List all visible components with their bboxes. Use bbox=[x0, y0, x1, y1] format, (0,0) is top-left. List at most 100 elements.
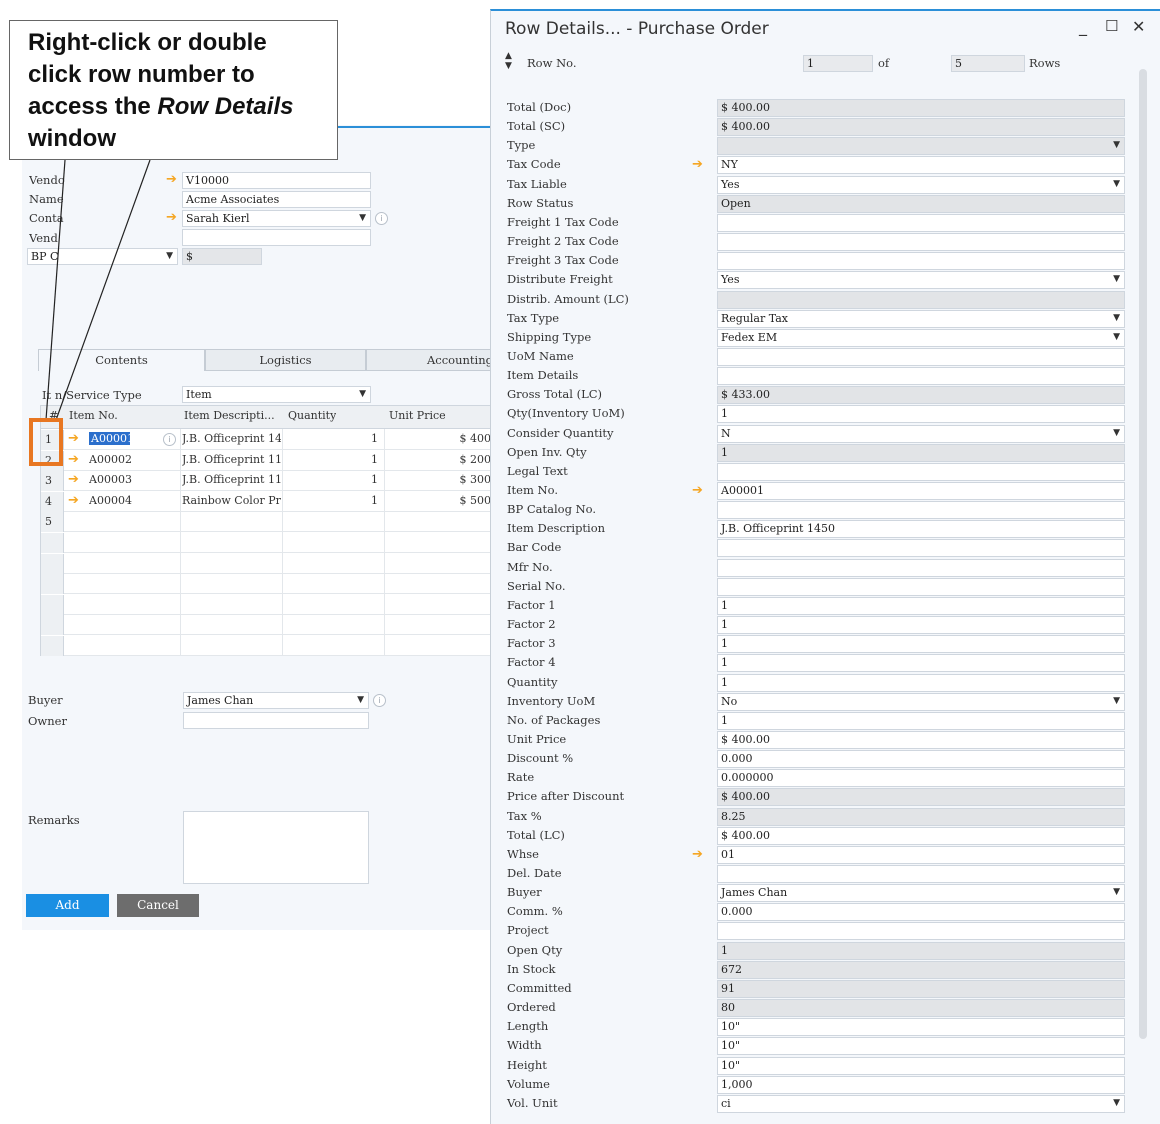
detail-field[interactable]: 1 bbox=[717, 654, 1125, 673]
detail-field[interactable]: 0.000000 bbox=[717, 769, 1125, 788]
table-row[interactable]: 2 ➔ A00002 J.B. Officeprint 11 1 $ 200 bbox=[41, 450, 495, 471]
info-icon[interactable]: i bbox=[163, 433, 176, 446]
link-arrow-icon[interactable]: ➔ bbox=[692, 157, 703, 172]
detail-select[interactable]: Yes ▼ bbox=[717, 271, 1125, 290]
grid-header-quantity[interactable]: Quantity bbox=[288, 409, 336, 422]
link-arrow-icon[interactable]: ➔ bbox=[692, 847, 703, 862]
detail-select[interactable]: Fedex EM ▼ bbox=[717, 328, 1125, 347]
detail-select[interactable]: James Chan ▼ bbox=[717, 884, 1125, 903]
quantity-cell[interactable]: 1 bbox=[284, 453, 378, 466]
grid-header-item-no[interactable]: Item No. bbox=[69, 409, 118, 422]
table-row[interactable] bbox=[41, 594, 495, 615]
detail-field[interactable] bbox=[717, 290, 1125, 309]
detail-field[interactable]: 1 bbox=[717, 635, 1125, 654]
cancel-button[interactable]: Cancel bbox=[117, 894, 199, 917]
link-arrow-icon[interactable]: ➔ bbox=[166, 173, 177, 187]
remarks-textarea[interactable] bbox=[183, 811, 369, 884]
detail-field[interactable] bbox=[717, 577, 1125, 596]
row-number-cell[interactable] bbox=[41, 636, 64, 656]
detail-field[interactable]: 1,000 bbox=[717, 1075, 1125, 1094]
detail-field[interactable]: $ 400.00 bbox=[717, 99, 1125, 117]
row-number-cell[interactable]: 5 bbox=[41, 512, 64, 533]
maximize-icon[interactable]: ☐ bbox=[1105, 17, 1118, 35]
buyer-select[interactable]: James Chan ▼ bbox=[183, 692, 369, 709]
table-row[interactable] bbox=[41, 553, 495, 574]
detail-field[interactable]: 1 bbox=[717, 711, 1125, 730]
table-row[interactable] bbox=[41, 533, 495, 553]
detail-select[interactable]: N ▼ bbox=[717, 424, 1125, 443]
tab-accounting[interactable]: Accounting bbox=[366, 349, 494, 371]
detail-field[interactable] bbox=[717, 539, 1125, 558]
table-row[interactable] bbox=[41, 574, 495, 595]
row-no-field[interactable]: 1 bbox=[803, 55, 873, 72]
unit-price-cell[interactable]: $ 300 bbox=[386, 473, 492, 486]
table-row[interactable]: 5 bbox=[41, 512, 495, 533]
description-cell[interactable]: J.B. Officeprint 11 bbox=[182, 453, 281, 466]
grid-header-unit-price[interactable]: Unit Price bbox=[389, 409, 446, 422]
detail-field[interactable] bbox=[717, 367, 1125, 386]
row-stepper-icon[interactable]: ▲ ▼ bbox=[505, 51, 512, 71]
row-number-cell[interactable] bbox=[41, 574, 64, 595]
detail-field[interactable] bbox=[717, 462, 1125, 481]
quantity-cell[interactable]: 1 bbox=[284, 494, 378, 507]
detail-field[interactable]: 1 bbox=[717, 596, 1125, 615]
detail-field[interactable]: $ 433.00 bbox=[717, 386, 1125, 405]
link-arrow-icon[interactable]: ➔ bbox=[68, 432, 79, 446]
detail-field[interactable]: $ 400.00 bbox=[717, 826, 1125, 845]
unit-price-cell[interactable]: $ 200 bbox=[386, 453, 492, 466]
item-no-cell[interactable]: A00003 bbox=[89, 473, 177, 486]
detail-field[interactable]: 1 bbox=[717, 941, 1125, 960]
bp-currency-select[interactable]: BP C ▼ bbox=[27, 248, 178, 265]
table-row[interactable] bbox=[41, 615, 495, 636]
link-arrow-icon[interactable]: ➔ bbox=[68, 452, 79, 467]
unit-price-cell[interactable]: $ 500 bbox=[386, 494, 492, 507]
name-field[interactable]: Acme Associates bbox=[182, 191, 371, 208]
row-number-cell[interactable] bbox=[41, 553, 64, 574]
detail-field[interactable]: NY bbox=[717, 156, 1125, 175]
description-cell[interactable]: J.B. Officeprint 11 bbox=[182, 473, 281, 486]
tab-contents[interactable]: Contents bbox=[38, 349, 205, 371]
description-cell[interactable]: J.B. Officeprint 14 bbox=[182, 432, 281, 445]
detail-field[interactable]: $ 400.00 bbox=[717, 118, 1125, 137]
info-icon[interactable]: i bbox=[375, 212, 388, 225]
grid-header-description[interactable]: Item Descripti... bbox=[184, 409, 280, 422]
close-icon[interactable]: ✕ bbox=[1132, 17, 1145, 36]
detail-field[interactable]: 0.000 bbox=[717, 750, 1125, 769]
detail-select[interactable]: ci ▼ bbox=[717, 1094, 1125, 1113]
detail-field[interactable] bbox=[717, 922, 1125, 941]
owner-field[interactable] bbox=[183, 712, 369, 729]
item-no-cell[interactable]: A00004 bbox=[89, 494, 177, 507]
detail-field[interactable]: $ 400.00 bbox=[717, 788, 1125, 807]
detail-field[interactable]: 1 bbox=[717, 405, 1125, 424]
detail-field[interactable]: 10" bbox=[717, 1037, 1125, 1056]
table-row[interactable]: 3 ➔ A00003 J.B. Officeprint 11 1 $ 300 bbox=[41, 471, 495, 492]
vendor-ref-field[interactable] bbox=[182, 229, 371, 246]
detail-field[interactable]: Open bbox=[717, 194, 1125, 213]
detail-field[interactable] bbox=[717, 213, 1125, 232]
quantity-cell[interactable]: 1 bbox=[284, 432, 378, 445]
detail-field[interactable]: 1 bbox=[717, 443, 1125, 462]
detail-field[interactable]: 01 bbox=[717, 845, 1125, 864]
row-number-cell[interactable]: 4 bbox=[41, 491, 64, 512]
detail-select[interactable]: ▼ bbox=[717, 137, 1125, 156]
detail-select[interactable]: No ▼ bbox=[717, 692, 1125, 711]
detail-field[interactable] bbox=[717, 558, 1125, 577]
tab-logistics[interactable]: Logistics bbox=[205, 349, 366, 371]
detail-field[interactable] bbox=[717, 347, 1125, 366]
link-arrow-icon[interactable]: ➔ bbox=[68, 493, 79, 508]
detail-field[interactable]: A00001 bbox=[717, 482, 1125, 500]
vertical-scrollbar[interactable] bbox=[1139, 69, 1147, 1039]
currency-field[interactable]: $ bbox=[182, 248, 262, 265]
description-cell[interactable]: Rainbow Color Pr bbox=[182, 494, 281, 507]
detail-field[interactable]: 0.000 bbox=[717, 903, 1125, 922]
item-no-cell[interactable]: A00001 bbox=[89, 432, 130, 445]
detail-field[interactable]: 10" bbox=[717, 1056, 1125, 1075]
table-row[interactable] bbox=[41, 636, 495, 656]
detail-field[interactable]: 672 bbox=[717, 960, 1125, 979]
table-row[interactable]: 4 ➔ A00004 Rainbow Color Pr 1 $ 500 bbox=[41, 491, 495, 512]
detail-field[interactable] bbox=[717, 233, 1125, 252]
vendor-field[interactable]: V10000 bbox=[182, 172, 371, 189]
detail-select[interactable]: Yes ▼ bbox=[717, 175, 1125, 194]
link-arrow-icon[interactable]: ➔ bbox=[692, 483, 703, 498]
row-number-cell[interactable] bbox=[41, 615, 64, 636]
